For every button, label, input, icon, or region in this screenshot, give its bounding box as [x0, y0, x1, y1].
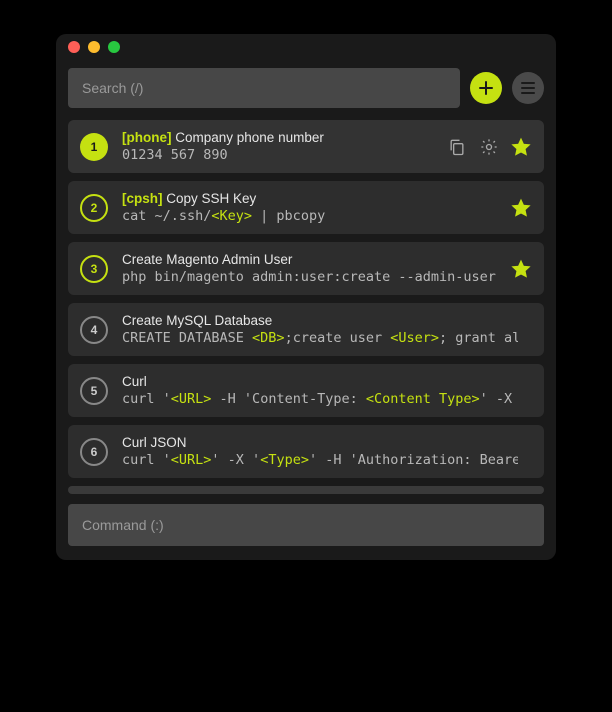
plus-icon [478, 80, 494, 96]
maximize-icon[interactable] [108, 41, 120, 53]
item-command: curl '<URL>' -X '<Type>' -H 'Authorizati… [122, 452, 518, 468]
item-command: CREATE DATABASE <DB>;create user <User>;… [122, 330, 518, 346]
item-title-text: Curl [122, 374, 147, 389]
item-title: [phone] Company phone number [122, 130, 432, 145]
item-title: [cpsh] Copy SSH Key [122, 191, 496, 206]
item-command: curl '<URL> -H 'Content-Type: <Content T… [122, 391, 518, 407]
add-button[interactable] [470, 72, 502, 104]
item-title-text: Copy SSH Key [166, 191, 256, 206]
header [56, 60, 556, 120]
gear-icon[interactable] [478, 136, 500, 158]
copy-icon[interactable] [446, 136, 468, 158]
list-item[interactable]: 6 Curl JSON curl '<URL>' -X '<Type>' -H 'A… [68, 425, 544, 478]
list-item[interactable]: 2 [cpsh] Copy SSH Key cat ~/.ssh/<Key> | p… [68, 181, 544, 234]
placeholder-token: <User> [390, 330, 439, 346]
item-index-badge: 1 [80, 133, 108, 161]
list-item[interactable]: 3 Create Magento Admin User php bin/magent… [68, 242, 544, 295]
item-tag: [cpsh] [122, 191, 166, 206]
item-title-text: Create Magento Admin User [122, 252, 292, 267]
item-command: cat ~/.ssh/<Key> | pbcopy [122, 208, 496, 224]
item-command: php bin/magento admin:user:create --admi… [122, 269, 496, 285]
app-window: 1 [phone] Company phone number 01234 567 8… [56, 34, 556, 560]
item-title: Curl [122, 374, 518, 389]
item-index-badge: 2 [80, 194, 108, 222]
star-icon[interactable] [510, 258, 532, 280]
close-icon[interactable] [68, 41, 80, 53]
item-actions [446, 136, 532, 158]
item-content: [cpsh] Copy SSH Key cat ~/.ssh/<Key> | pb… [122, 191, 496, 224]
item-actions [510, 197, 532, 219]
placeholder-token: <Key> [211, 208, 252, 224]
item-actions [510, 258, 532, 280]
item-tag: [phone] [122, 130, 175, 145]
item-title-text: Curl JSON [122, 435, 187, 450]
item-content: Create MySQL Database CREATE DATABASE <DB… [122, 313, 518, 346]
scrollbar[interactable] [68, 486, 544, 494]
item-content: Curl curl '<URL> -H 'Content-Type: <Conte… [122, 374, 518, 407]
minimize-icon[interactable] [88, 41, 100, 53]
item-content: Curl JSON curl '<URL>' -X '<Type>' -H 'Au… [122, 435, 518, 468]
placeholder-token: <URL> [171, 452, 212, 468]
item-title: Create Magento Admin User [122, 252, 496, 267]
item-index-badge: 4 [80, 316, 108, 344]
titlebar [56, 34, 556, 60]
item-title: Curl JSON [122, 435, 518, 450]
search-input[interactable] [68, 68, 460, 108]
list-item[interactable]: 5 Curl curl '<URL> -H 'Content-Type: <Cont… [68, 364, 544, 417]
list-item[interactable]: 1 [phone] Company phone number 01234 567 8… [68, 120, 544, 173]
star-icon[interactable] [510, 136, 532, 158]
hamburger-icon [521, 82, 535, 94]
snippet-list: 1 [phone] Company phone number 01234 567 8… [56, 120, 556, 478]
item-content: [phone] Company phone number 01234 567 89… [122, 130, 432, 163]
menu-button[interactable] [512, 72, 544, 104]
item-index-badge: 3 [80, 255, 108, 283]
item-title-text: Create MySQL Database [122, 313, 272, 328]
placeholder-token: <Content Type> [366, 391, 480, 407]
item-index-badge: 5 [80, 377, 108, 405]
command-input[interactable] [68, 504, 544, 546]
placeholder-token: <URL> [171, 391, 212, 407]
star-icon[interactable] [510, 197, 532, 219]
item-command: 01234 567 890 [122, 147, 432, 163]
item-content: Create Magento Admin User php bin/magento… [122, 252, 496, 285]
item-title-text: Company phone number [175, 130, 324, 145]
placeholder-token: <DB> [252, 330, 285, 346]
list-item[interactable]: 4 Create MySQL Database CREATE DATABASE <D… [68, 303, 544, 356]
placeholder-token: <Type> [260, 452, 309, 468]
item-title: Create MySQL Database [122, 313, 518, 328]
item-index-badge: 6 [80, 438, 108, 466]
command-bar [68, 504, 544, 546]
